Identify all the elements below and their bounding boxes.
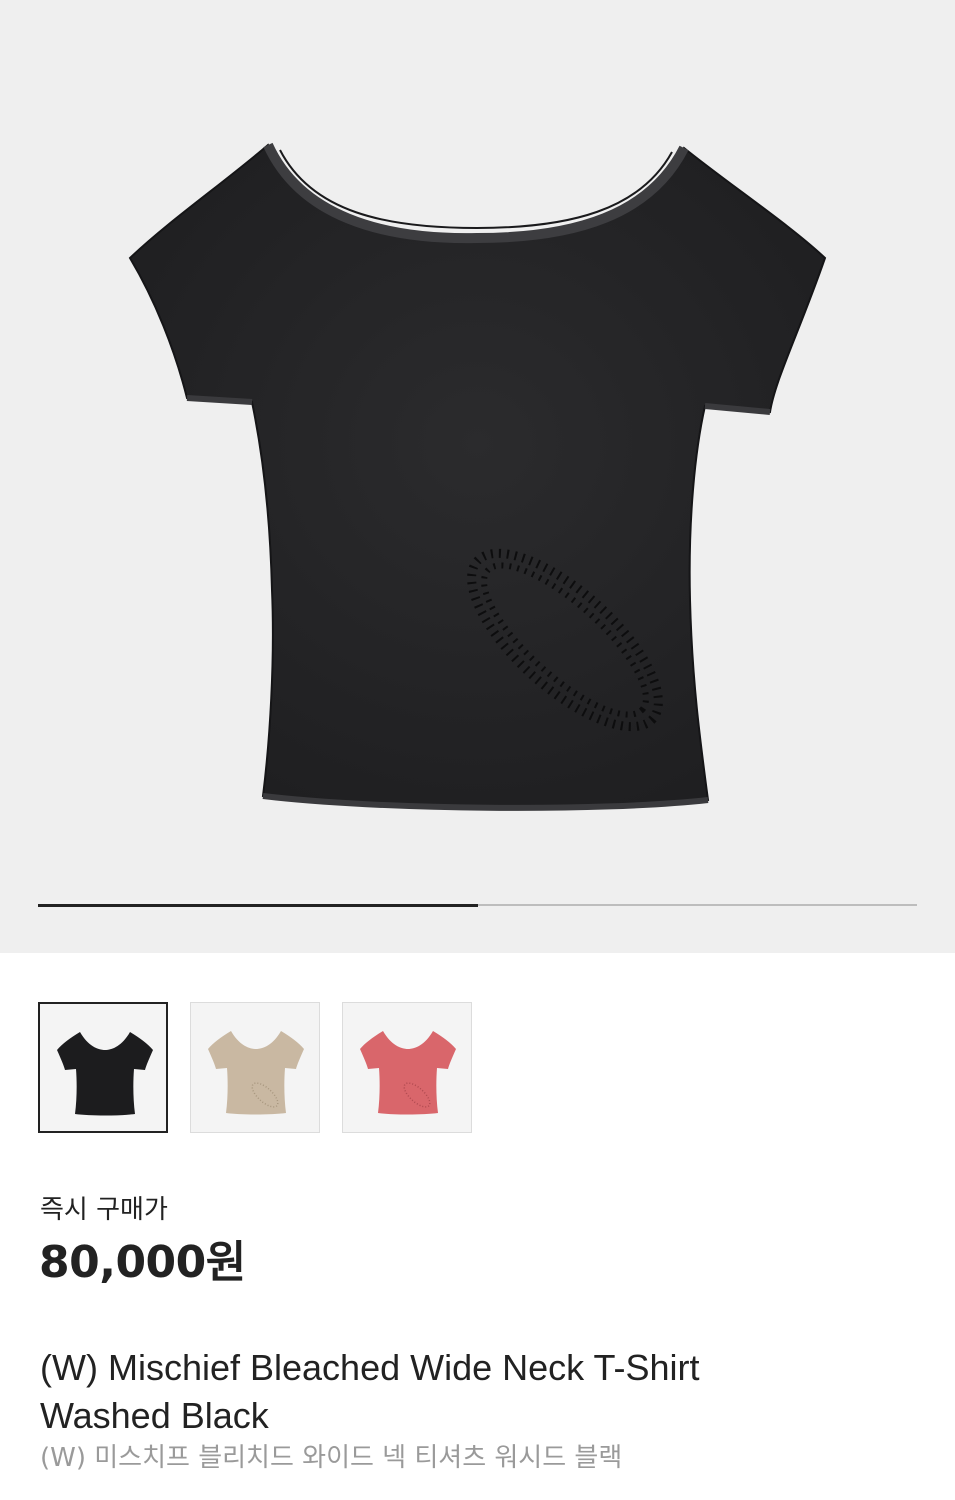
gallery-progress-bar <box>38 903 917 907</box>
product-image-gallery[interactable] <box>0 0 955 953</box>
product-title: (W) Mischief Bleached Wide Neck T-Shirt … <box>40 1344 920 1440</box>
product-main-image[interactable] <box>0 0 955 900</box>
thumbnail-pink[interactable] <box>342 1002 472 1133</box>
thumbnail-beige[interactable] <box>190 1002 320 1133</box>
thumbnail-black[interactable] <box>38 1002 168 1133</box>
tshirt-shape <box>128 143 827 809</box>
product-title-line1: (W) Mischief Bleached Wide Neck T-Shirt <box>40 1347 700 1388</box>
instant-buy-price-label: 즉시 구매가 <box>40 1195 168 1225</box>
tshirt-thumbnail-pink <box>360 1031 456 1115</box>
gallery-progress-fill <box>38 903 478 907</box>
tshirt-thumbnail-black <box>57 1032 153 1116</box>
tshirt-thumbnail-beige <box>208 1031 304 1115</box>
product-title-line2: Washed Black <box>40 1395 269 1436</box>
instant-buy-price: 80,000원 <box>39 1237 246 1288</box>
product-subtitle-korean: (W) 미스치프 블리치드 와이드 넥 티셔츠 워시드 블랙 <box>40 1443 623 1473</box>
